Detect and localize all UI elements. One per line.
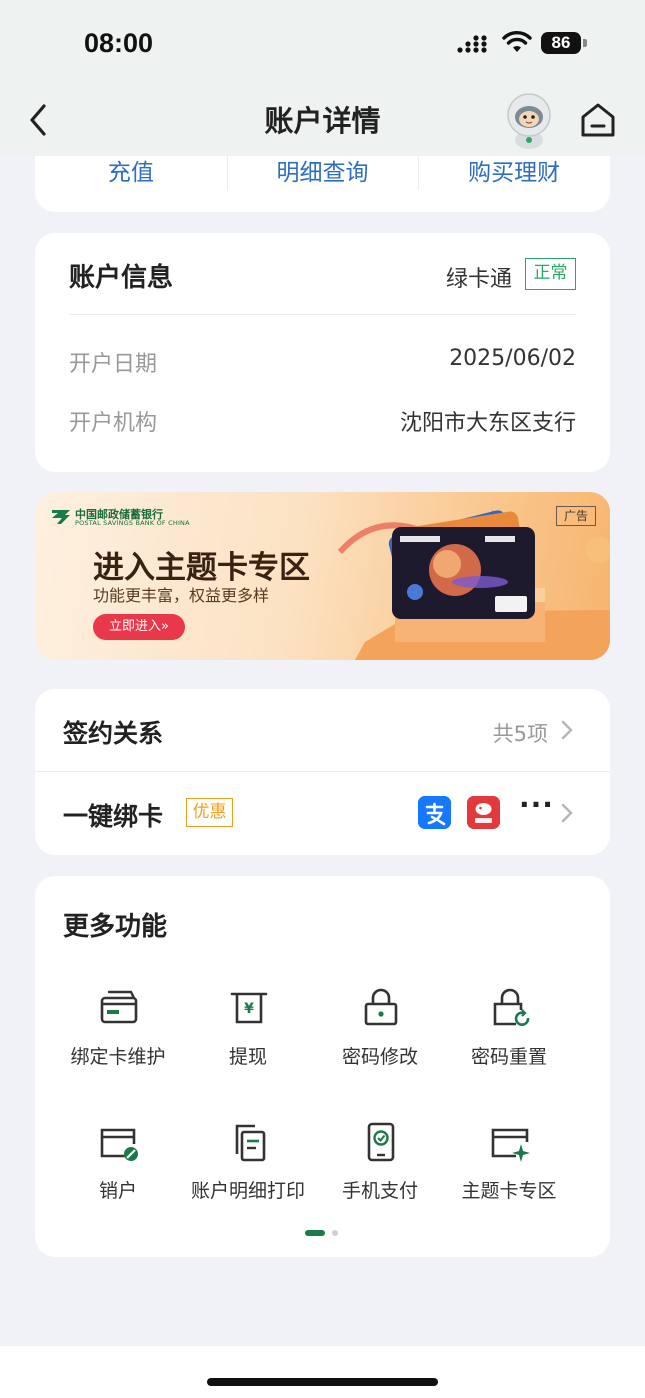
- change-password-button[interactable]: 密码修改: [312, 986, 448, 1086]
- account-info-title: 账户信息: [69, 263, 174, 293]
- theme-card-banner[interactable]: 中国邮政储蓄银行 POSTAL SAVINGS BANK OF CHINA 广告…: [35, 492, 610, 660]
- bound-card-maintenance-button[interactable]: 绑定卡维护: [50, 986, 186, 1086]
- open-date-label: 开户日期: [69, 352, 158, 377]
- more-features-title: 更多功能: [63, 912, 168, 942]
- jd-icon: [467, 796, 500, 829]
- banner-subtitle: 功能更丰富，权益更多样: [93, 586, 270, 605]
- open-branch-value: 沈阳市大东区支行: [399, 411, 576, 436]
- contract-count: 共5项: [492, 722, 548, 746]
- withdraw-button[interactable]: ¥ 提现: [180, 986, 316, 1086]
- mobile-pay-button[interactable]: 手机支付: [312, 1120, 448, 1220]
- alipay-icon: [418, 796, 451, 829]
- battery-indicator: 86: [541, 32, 581, 54]
- battery-tip: [583, 39, 587, 47]
- open-date-value: 2025/06/02: [449, 346, 576, 371]
- svg-text:¥: ¥: [244, 1001, 254, 1017]
- card-icon: [100, 990, 138, 1024]
- bottom-area: [0, 1346, 645, 1398]
- enter-now-button[interactable]: 立即进入»: [93, 614, 185, 640]
- reset-password-label: 密码重置: [470, 1046, 547, 1068]
- status-time: 08:00: [84, 28, 154, 58]
- home-indicator[interactable]: [207, 1378, 438, 1386]
- one-click-bind-label: 一键绑卡: [63, 802, 164, 831]
- mobile-pay-label: 手机支付: [341, 1180, 418, 1202]
- close-account-label: 销户: [98, 1180, 137, 1202]
- wifi-icon: [502, 31, 532, 52]
- open-branch-label: 开户机构: [69, 411, 158, 436]
- page-indicator-active: [305, 1230, 325, 1236]
- mobile-pay-icon: [367, 1122, 395, 1162]
- more-features-card: 更多功能 绑定卡维护 ¥ 提现 密码修改 密码重置 销户 账户明细打印 手机支付…: [35, 876, 610, 1257]
- close-account-icon: [100, 1128, 138, 1161]
- bank-cards-illustration: [337, 510, 610, 660]
- promo-badge: 优惠: [186, 798, 233, 827]
- contract-relations-label: 签约关系: [63, 719, 164, 748]
- top-bar: 08:00 86 账户详情: [0, 0, 645, 156]
- buy-wealth-product-button[interactable]: 购买理财: [418, 156, 610, 216]
- withdraw-icon: ¥: [230, 992, 268, 1024]
- quick-actions-row: 充值 明细查询 购买理财: [35, 156, 610, 216]
- status-badge: 正常: [525, 258, 576, 290]
- banner-headline: 进入主题卡专区: [93, 550, 310, 586]
- withdraw-label: 提现: [228, 1046, 267, 1068]
- chevron-right-icon: [561, 720, 573, 740]
- contract-relations-row[interactable]: 签约关系 共5项: [35, 689, 610, 771]
- close-account-button[interactable]: 销户: [50, 1120, 186, 1220]
- recharge-button[interactable]: 充值: [35, 156, 227, 216]
- print-statement-icon: [235, 1124, 266, 1162]
- reset-password-button[interactable]: 密码重置: [441, 986, 577, 1086]
- page-indicator-dot: [332, 1230, 338, 1236]
- theme-card-zone-label: 主题卡专区: [461, 1180, 557, 1202]
- lock-reset-icon: [493, 988, 530, 1026]
- bank-name-en: POSTAL SAVINGS BANK OF CHINA: [75, 519, 190, 527]
- chevron-right-icon: [561, 803, 573, 823]
- theme-card-zone-button[interactable]: 主题卡专区: [441, 1120, 577, 1220]
- print-statement-button[interactable]: 账户明细打印: [180, 1120, 316, 1220]
- divider: [69, 314, 576, 315]
- home-icon[interactable]: [578, 100, 618, 140]
- one-click-bind-row[interactable]: 一键绑卡 优惠 ···: [35, 772, 610, 854]
- theme-card-icon: [491, 1128, 530, 1162]
- relations-card: 签约关系 共5项 一键绑卡 优惠 ···: [35, 689, 610, 855]
- lock-icon: [364, 988, 398, 1026]
- cellular-signal-icon: [457, 35, 487, 53]
- more-icon: ···: [519, 788, 554, 821]
- statement-query-button[interactable]: 明细查询: [226, 156, 419, 216]
- astronaut-mascot-icon[interactable]: [498, 88, 560, 150]
- account-info-card: 账户信息 绿卡通 正常 开户日期 2025/06/02 开户机构 沈阳市大东区支…: [35, 233, 610, 472]
- print-statement-label: 账户明细打印: [190, 1180, 305, 1202]
- bound-card-maintenance-label: 绑定卡维护: [70, 1046, 166, 1068]
- card-type-label: 绿卡通: [445, 267, 512, 292]
- change-password-label: 密码修改: [341, 1046, 418, 1068]
- bank-logo-icon: [52, 510, 70, 524]
